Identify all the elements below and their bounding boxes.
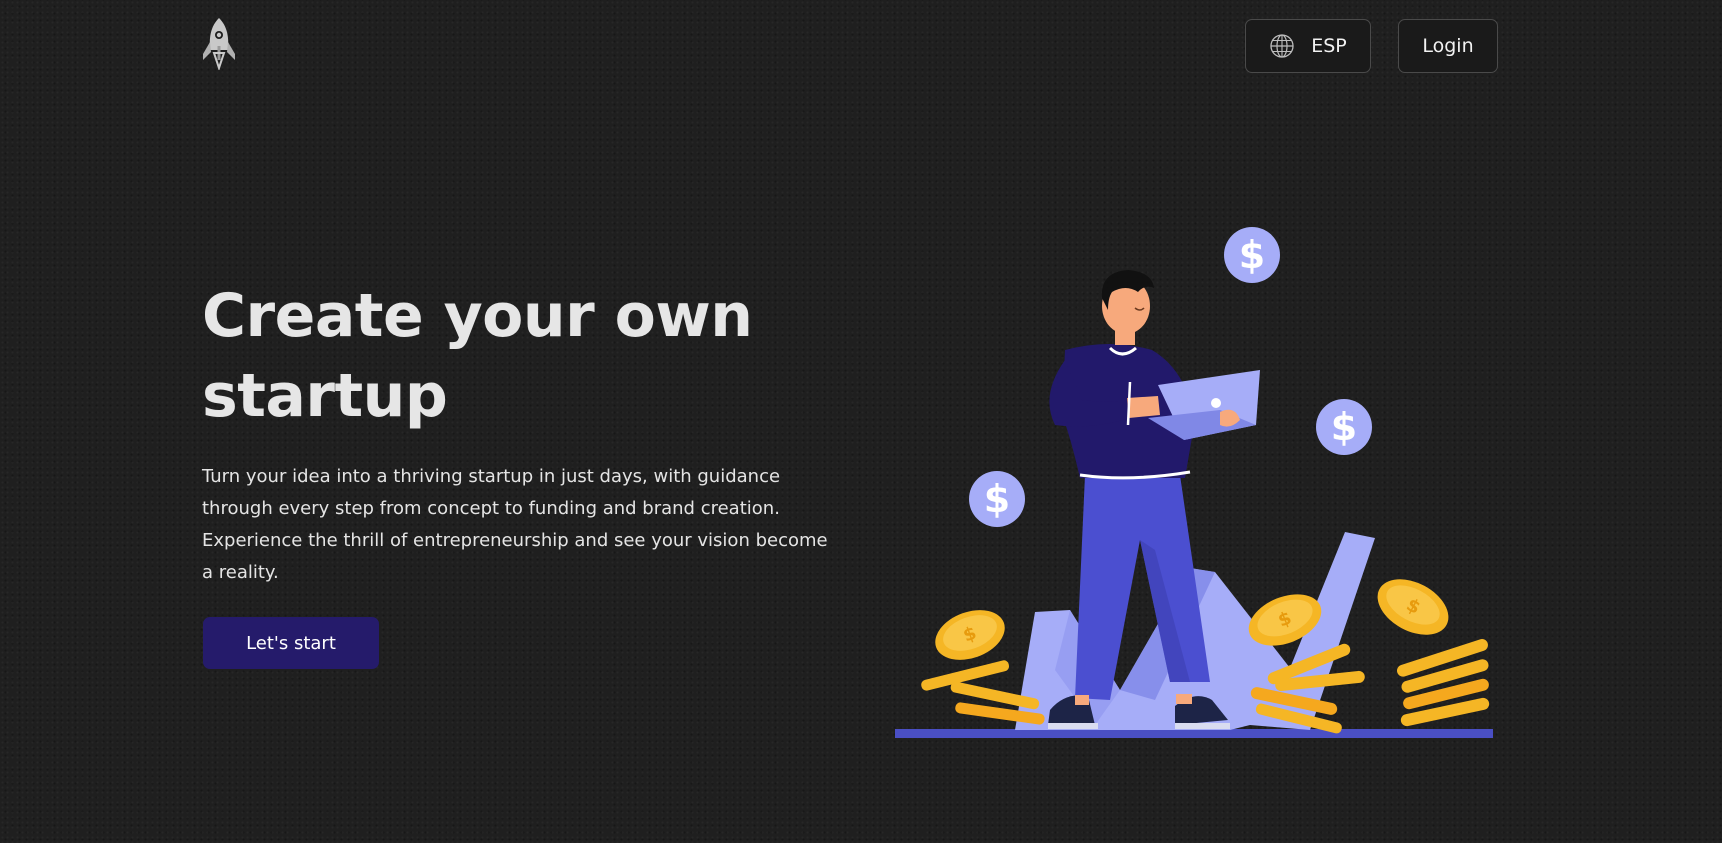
dollar-coin-icon: $ bbox=[1224, 227, 1280, 283]
rocket-logo-icon[interactable] bbox=[200, 16, 238, 72]
dollar-coin-icon: $ bbox=[1316, 399, 1372, 455]
lets-start-button[interactable]: Let's start bbox=[203, 617, 379, 669]
login-button[interactable]: Login bbox=[1398, 19, 1498, 73]
language-label: ESP bbox=[1311, 35, 1347, 57]
ground-line bbox=[895, 729, 1493, 738]
hero-title: Create your own startup bbox=[202, 281, 753, 431]
startup-illustration: $ $ $ $ $ $ bbox=[890, 220, 1500, 750]
svg-text:$: $ bbox=[984, 477, 1010, 521]
coin-stack-right: $ bbox=[1377, 579, 1490, 727]
svg-text:$: $ bbox=[1331, 405, 1357, 449]
globe-icon bbox=[1270, 34, 1294, 58]
language-button[interactable]: ESP bbox=[1245, 19, 1371, 73]
dollar-coin-icon: $ bbox=[969, 471, 1025, 527]
svg-text:$: $ bbox=[1239, 233, 1265, 277]
hero-description: Turn your idea into a thriving startup i… bbox=[202, 466, 828, 583]
